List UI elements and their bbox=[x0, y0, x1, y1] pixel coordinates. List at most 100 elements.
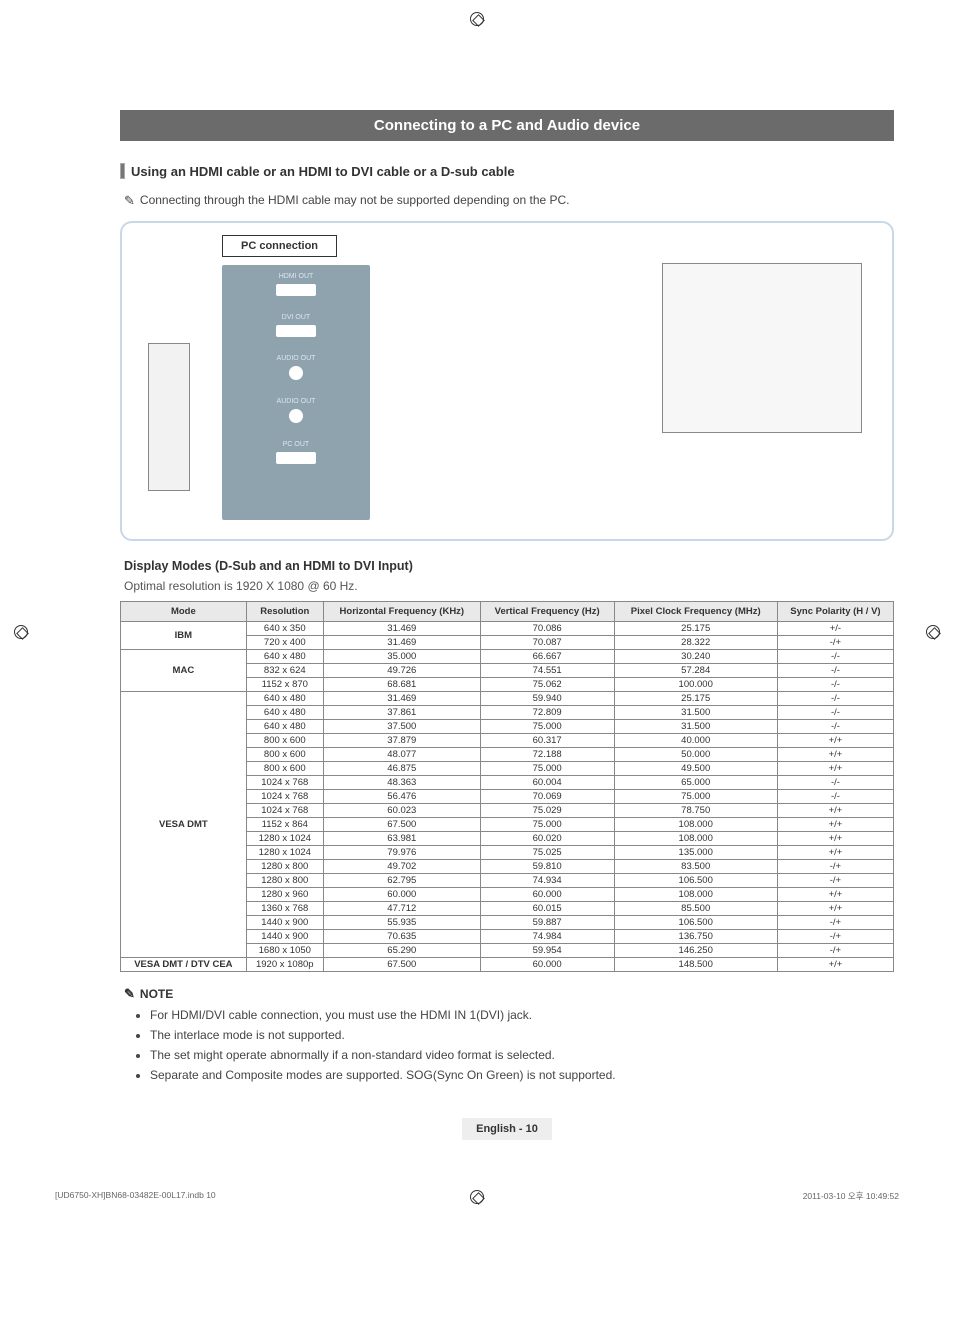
table-cell: 70.069 bbox=[480, 790, 614, 804]
table-cell: 48.077 bbox=[323, 748, 480, 762]
table-cell: 72.809 bbox=[480, 706, 614, 720]
table-cell: 59.940 bbox=[480, 692, 614, 706]
table-cell: 31.469 bbox=[323, 692, 480, 706]
port-label-pc-out: PC OUT bbox=[222, 433, 370, 448]
list-item: Separate and Composite modes are support… bbox=[150, 1068, 894, 1082]
register-mark-right bbox=[926, 625, 940, 639]
table-cell: 74.551 bbox=[480, 664, 614, 678]
table-cell: 59.954 bbox=[480, 944, 614, 958]
table-cell: -/- bbox=[777, 720, 893, 734]
table-cell: 75.062 bbox=[480, 678, 614, 692]
table-cell: 49.500 bbox=[614, 762, 777, 776]
table-cell: +/+ bbox=[777, 762, 893, 776]
table-cell: 108.000 bbox=[614, 818, 777, 832]
table-cell: 65.290 bbox=[323, 944, 480, 958]
imprint-footer: [UD6750-XH]BN68-03482E-00L17.indb 10 201… bbox=[0, 1180, 954, 1220]
table-cell: 146.250 bbox=[614, 944, 777, 958]
table-cell: 640 x 480 bbox=[246, 720, 323, 734]
table-cell: 60.000 bbox=[323, 888, 480, 902]
table-cell: 57.284 bbox=[614, 664, 777, 678]
table-cell: 66.667 bbox=[480, 650, 614, 664]
table-cell: 800 x 600 bbox=[246, 762, 323, 776]
table-cell: 60.004 bbox=[480, 776, 614, 790]
list-item: The interlace mode is not supported. bbox=[150, 1028, 894, 1042]
pc-tower-graphic bbox=[148, 343, 190, 491]
table-cell: 31.469 bbox=[323, 622, 480, 636]
register-mark-bottom bbox=[470, 1190, 484, 1204]
table-cell: 47.712 bbox=[323, 902, 480, 916]
table-cell: -/+ bbox=[777, 930, 893, 944]
table-cell: 62.795 bbox=[323, 874, 480, 888]
table-cell: 68.681 bbox=[323, 678, 480, 692]
table-cell: 75.000 bbox=[614, 790, 777, 804]
hdmi-port-icon bbox=[276, 284, 316, 296]
table-cell: 60.015 bbox=[480, 902, 614, 916]
table-cell: 67.500 bbox=[323, 958, 480, 972]
table-cell: +/+ bbox=[777, 734, 893, 748]
subheading-bar-icon bbox=[120, 163, 125, 179]
table-cell: 49.726 bbox=[323, 664, 480, 678]
table-cell: 1024 x 768 bbox=[246, 776, 323, 790]
table-cell: 640 x 480 bbox=[246, 650, 323, 664]
table-cell: 31.469 bbox=[323, 636, 480, 650]
table-cell: 59.810 bbox=[480, 860, 614, 874]
table-row: VESA DMT640 x 48031.46959.94025.175-/- bbox=[121, 692, 894, 706]
table-cell: 800 x 600 bbox=[246, 734, 323, 748]
table-cell: 108.000 bbox=[614, 888, 777, 902]
table-cell: -/- bbox=[777, 790, 893, 804]
register-mark-top bbox=[470, 12, 484, 26]
table-cell: 74.934 bbox=[480, 874, 614, 888]
table-cell: 59.887 bbox=[480, 916, 614, 930]
table-cell: -/+ bbox=[777, 860, 893, 874]
table-cell: 79.976 bbox=[323, 846, 480, 860]
table-cell: 1280 x 800 bbox=[246, 860, 323, 874]
section-title: Connecting to a PC and Audio device bbox=[120, 110, 894, 141]
table-cell: 83.500 bbox=[614, 860, 777, 874]
table-cell: 30.240 bbox=[614, 650, 777, 664]
note-heading: ✎ NOTE bbox=[124, 986, 894, 1002]
table-cell: 1680 x 1050 bbox=[246, 944, 323, 958]
table-row: VESA DMT / DTV CEA1920 x 1080p67.50060.0… bbox=[121, 958, 894, 972]
table-header-cell: Sync Polarity (H / V) bbox=[777, 602, 893, 622]
table-cell: 106.500 bbox=[614, 916, 777, 930]
table-cell: 70.635 bbox=[323, 930, 480, 944]
table-cell: 1024 x 768 bbox=[246, 804, 323, 818]
table-cell: 31.500 bbox=[614, 720, 777, 734]
table-cell: 25.175 bbox=[614, 692, 777, 706]
table-header-cell: Horizontal Frequency (KHz) bbox=[323, 602, 480, 622]
table-cell: 136.750 bbox=[614, 930, 777, 944]
table-cell: 85.500 bbox=[614, 902, 777, 916]
table-mode-cell: MAC bbox=[121, 650, 247, 692]
pc-ports-panel: HDMI OUT DVI OUT AUDIO OUT AUDIO OUT PC … bbox=[222, 265, 370, 520]
table-cell: 1360 x 768 bbox=[246, 902, 323, 916]
table-cell: 832 x 624 bbox=[246, 664, 323, 678]
table-cell: 56.476 bbox=[323, 790, 480, 804]
table-cell: 1280 x 960 bbox=[246, 888, 323, 902]
table-cell: 800 x 600 bbox=[246, 748, 323, 762]
port-label-audio-out-1: AUDIO OUT bbox=[222, 347, 370, 362]
table-cell: -/+ bbox=[777, 636, 893, 650]
table-cell: -/+ bbox=[777, 874, 893, 888]
table-cell: 1920 x 1080p bbox=[246, 958, 323, 972]
imprint-left: [UD6750-XH]BN68-03482E-00L17.indb 10 bbox=[55, 1190, 216, 1202]
port-label-audio-out-2: AUDIO OUT bbox=[222, 390, 370, 405]
table-mode-cell: IBM bbox=[121, 622, 247, 650]
table-cell: -/- bbox=[777, 664, 893, 678]
table-cell: 25.175 bbox=[614, 622, 777, 636]
table-cell: 640 x 480 bbox=[246, 692, 323, 706]
list-item: The set might operate abnormally if a no… bbox=[150, 1048, 894, 1062]
table-cell: +/+ bbox=[777, 902, 893, 916]
table-header-cell: Pixel Clock Frequency (MHz) bbox=[614, 602, 777, 622]
table-cell: 35.000 bbox=[323, 650, 480, 664]
table-header-cell: Mode bbox=[121, 602, 247, 622]
table-cell: 60.000 bbox=[480, 958, 614, 972]
table-mode-cell: VESA DMT / DTV CEA bbox=[121, 958, 247, 972]
table-cell: 135.000 bbox=[614, 846, 777, 860]
table-cell: 1280 x 1024 bbox=[246, 832, 323, 846]
table-cell: -/- bbox=[777, 650, 893, 664]
table-cell: +/+ bbox=[777, 804, 893, 818]
table-cell: 1440 x 900 bbox=[246, 916, 323, 930]
table-cell: 70.087 bbox=[480, 636, 614, 650]
table-cell: 1152 x 870 bbox=[246, 678, 323, 692]
table-cell: +/+ bbox=[777, 832, 893, 846]
